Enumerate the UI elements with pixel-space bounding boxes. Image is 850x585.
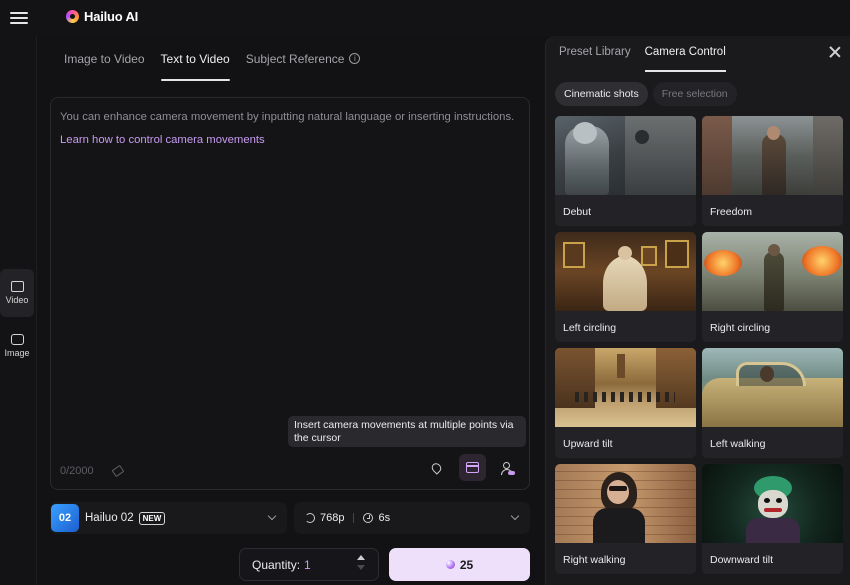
preset-card-debut[interactable]: Debut [555, 116, 696, 226]
preset-card-label: Freedom [710, 206, 753, 218]
stepper-arrows [356, 555, 366, 575]
quantity-label: Quantity: [252, 557, 301, 572]
preset-thumbnail [702, 232, 843, 311]
quantity-value: 1 [304, 557, 311, 572]
preset-thumbnail [702, 116, 843, 195]
resolution-icon [305, 513, 315, 523]
tab-label: Image to Video [64, 52, 145, 66]
clock-icon [363, 513, 374, 523]
preset-thumbnail [555, 348, 696, 427]
preset-card-label: Left walking [710, 438, 766, 450]
camera-control-button[interactable] [459, 454, 486, 481]
preset-card-right-walking[interactable]: Right walking [555, 464, 696, 574]
resolution-value: 768p [320, 512, 345, 524]
tab-subject-reference[interactable]: Subject Reference i [246, 52, 361, 81]
video-settings-select[interactable]: 768p 6s [294, 502, 530, 534]
decrement-icon[interactable] [357, 565, 365, 570]
preset-card-label: Upward tilt [563, 438, 613, 450]
logo-mark-icon [66, 10, 79, 23]
preset-card-left-walking[interactable]: Left walking [702, 348, 843, 458]
chevron-down-icon [267, 511, 277, 521]
top-bar: Hailuo AI [0, 0, 850, 36]
subject-button[interactable] [493, 454, 520, 481]
pill-free-selection[interactable]: Free selection [652, 82, 737, 106]
new-badge: NEW [138, 511, 166, 525]
panel-tabs: Preset Library Camera Control [559, 46, 726, 72]
preset-thumbnail [702, 348, 843, 427]
tab-text-to-video[interactable]: Text to Video [160, 52, 230, 81]
clapperboard-icon [466, 462, 479, 473]
increment-icon[interactable] [357, 555, 365, 560]
preset-thumbnail [555, 464, 696, 543]
app-logo[interactable]: Hailuo AI [66, 9, 138, 24]
mode-tabs: Image to Video Text to Video Subject Ref… [64, 52, 361, 81]
tab-label: Text to Video [160, 52, 230, 66]
preset-card-label: Left circling [563, 322, 617, 334]
preset-thumbnail [555, 116, 696, 195]
tab-label: Subject Reference [245, 52, 345, 66]
model-name: Hailuo 02 [85, 512, 134, 524]
preset-card-left-circling[interactable]: Left circling [555, 232, 696, 342]
rail-item-image[interactable]: Image [0, 322, 34, 370]
rail-item-label: Video [5, 295, 29, 305]
preset-thumbnail [702, 464, 843, 543]
generate-button[interactable]: 25 [389, 548, 530, 581]
shot-type-filter: Cinematic shots Free selection [555, 82, 737, 106]
prompt-editor[interactable]: You can enhance camera movement by input… [50, 97, 530, 490]
preset-card-label: Downward tilt [710, 554, 774, 566]
preset-card-label: Right circling [710, 322, 771, 334]
info-icon[interactable]: i [349, 53, 361, 64]
credit-icon [445, 560, 455, 569]
eraser-icon[interactable] [111, 464, 125, 478]
preset-card-upward-tilt[interactable]: Upward tilt [555, 348, 696, 458]
preset-card-right-circling[interactable]: Right circling [702, 232, 843, 342]
prompt-placeholder: You can enhance camera movement by input… [60, 111, 515, 123]
pill-cinematic-shots[interactable]: Cinematic shots [555, 82, 648, 106]
quantity-stepper[interactable]: Quantity: 1 [239, 548, 379, 581]
character-counter: 0/2000 [60, 465, 94, 477]
camera-control-panel: Preset Library Camera Control Cinematic … [545, 36, 850, 585]
tab-camera-control[interactable]: Camera Control [644, 46, 726, 72]
rail-item-label: Image [4, 348, 30, 358]
toggle-icon [508, 471, 515, 475]
preset-card-downward-tilt[interactable]: Downward tilt [702, 464, 843, 574]
close-icon[interactable] [828, 45, 842, 59]
duration-value: 6s [378, 512, 391, 524]
tooltip: Insert camera movements at multiple poin… [288, 416, 526, 447]
video-icon [10, 281, 24, 292]
main-panel: Image to Video Text to Video Subject Ref… [37, 36, 545, 585]
left-rail: Video Image [0, 36, 37, 585]
rail-item-video[interactable]: Video [0, 269, 34, 317]
preset-card-label: Right walking [563, 554, 626, 566]
menu-icon[interactable] [10, 9, 28, 27]
learn-camera-link[interactable]: Learn how to control camera movements [60, 134, 265, 146]
model-thumbnail: 02 [51, 504, 79, 532]
preset-card-label: Debut [563, 206, 592, 218]
camera-preset-grid: Debut Freedom Left circling Right circli… [555, 116, 845, 574]
tab-preset-library[interactable]: Preset Library [559, 46, 631, 72]
preset-thumbnail [555, 232, 696, 311]
image-icon [10, 334, 24, 345]
credit-cost: 25 [459, 557, 474, 572]
pin-button[interactable] [423, 454, 450, 481]
preset-card-freedom[interactable]: Freedom [702, 116, 843, 226]
divider [353, 513, 355, 523]
location-pin-icon [429, 460, 444, 475]
tab-image-to-video[interactable]: Image to Video [64, 52, 145, 81]
model-select[interactable]: 02 Hailuo 02 NEW [50, 502, 287, 534]
app-title: Hailuo AI [84, 9, 139, 24]
chevron-down-icon [510, 511, 520, 521]
